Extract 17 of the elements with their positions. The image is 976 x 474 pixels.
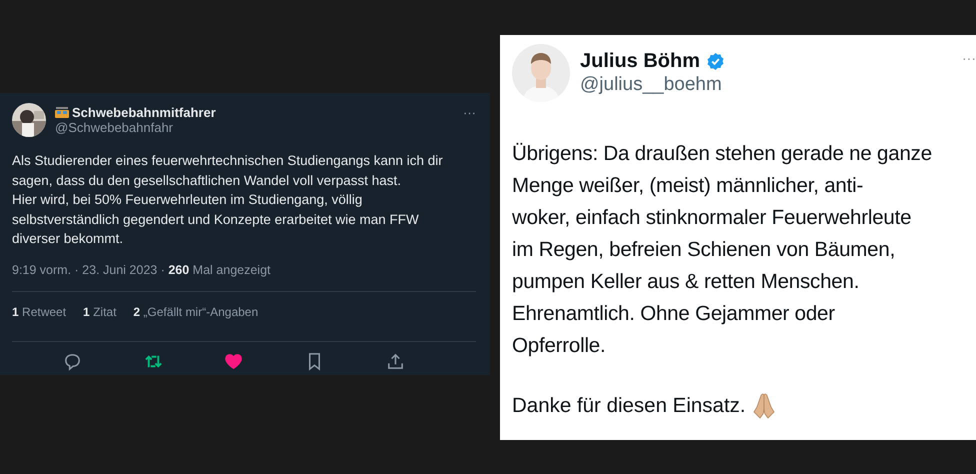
author-name[interactable]: Julius Böhm xyxy=(580,50,700,73)
more-button[interactable]: ··· xyxy=(463,105,476,120)
tweet-text: Übrigens: Da draußen stehen gerade ne ganze Menge weißer, (meist) männlicher, anti- woker, einfach stinknormaler Feuerwehrleute im Regen, befreien Schienen von Bäumen, pumpen Keller aus & retten Menschen. Ehrenamtlich. Ohne Gejammer oder Opferrolle. xyxy=(512,141,933,359)
praying-hands-icon xyxy=(752,392,776,420)
tweet-text: Danke für diesen Einsatz. xyxy=(512,394,746,418)
heart-icon[interactable] xyxy=(224,352,244,370)
stat-link[interactable]: 1 Zitat xyxy=(83,304,116,326)
stat-link[interactable]: 1 Retweet xyxy=(12,304,66,326)
share-icon[interactable] xyxy=(386,352,406,370)
reply-icon[interactable] xyxy=(62,352,82,370)
tweet-text: Als Studierender eines feuerwehrtechnischen Studiengangs kann ich dir sagen, dass du den gesellschaftlichen Wandel voll verpasst hast. Hier wird, bei 50% Feuerwehrleuten im Studiengang, völlig selbstverständlich gegendert und Konzepte erarbeitet wie man FFW diverser bekommt. xyxy=(12,152,444,248)
stat-link[interactable]: 2 „Gefällt mir“-Angaben xyxy=(133,304,258,326)
tram-icon xyxy=(55,106,69,118)
author-handle[interactable]: @julius__boehm xyxy=(580,74,952,96)
author-handle[interactable]: @Schwebebahnfahr xyxy=(55,120,454,135)
tweet-meta: 9:19 vorm. · 23. Juni 2023 · 260 Mal angezeigt xyxy=(12,262,272,276)
author-name[interactable]: Schwebebahnmitfahrer xyxy=(72,105,216,120)
